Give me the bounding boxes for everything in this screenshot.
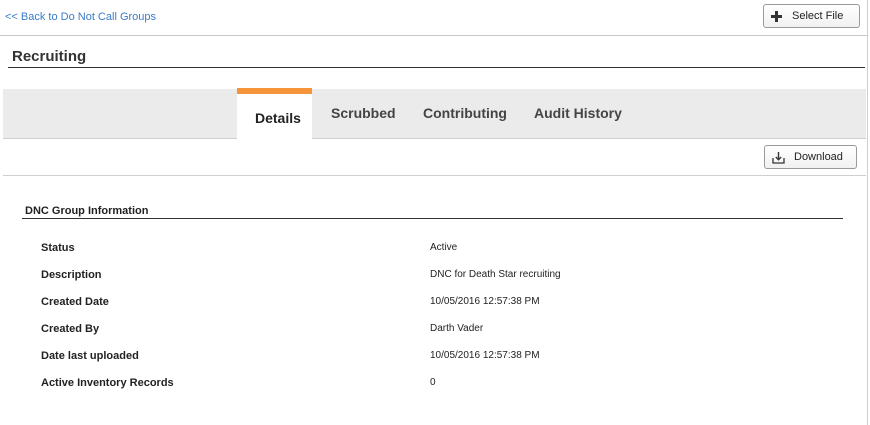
download-button[interactable]: Download: [764, 145, 857, 169]
tab-scrubbed-label: Scrubbed: [331, 105, 396, 121]
info-value: DNC for Death Star recruiting: [430, 269, 561, 280]
info-row-active-inventory-records: Active Inventory Records 0: [41, 377, 741, 391]
top-bar: << Back to Do Not Call Groups Select Fil…: [0, 0, 868, 36]
download-label: Download: [794, 151, 843, 163]
tab-audit-history-label: Audit History: [534, 105, 622, 121]
tab-bar: Details Scrubbed Contributing Audit Hist…: [3, 88, 866, 139]
tab-scrubbed[interactable]: Scrubbed: [321, 89, 401, 138]
tab-contributing-label: Contributing: [423, 105, 507, 121]
info-value: 10/05/2016 12:57:38 PM: [430, 296, 540, 307]
info-label: Status: [41, 242, 75, 254]
info-label: Created Date: [41, 296, 109, 308]
info-value: Active: [430, 242, 458, 253]
select-file-button[interactable]: Select File: [763, 4, 860, 28]
info-label: Description: [41, 269, 102, 281]
info-row-created-by: Created By Darth Vader: [41, 323, 741, 337]
select-file-label: Select File: [792, 10, 844, 22]
info-label: Active Inventory Records: [41, 377, 174, 389]
back-to-dnc-groups-link[interactable]: << Back to Do Not Call Groups: [5, 11, 156, 23]
section-divider: [22, 218, 843, 219]
section-title: DNC Group Information: [25, 205, 149, 217]
plus-icon: [771, 10, 782, 22]
page-title: Recruiting: [12, 48, 87, 65]
info-row-status: Status Active: [41, 242, 741, 256]
tab-details-label: Details: [255, 110, 301, 126]
tab-contributing[interactable]: Contributing: [413, 89, 523, 138]
toolbar-divider: [3, 175, 866, 176]
info-row-description: Description DNC for Death Star recruitin…: [41, 269, 741, 283]
info-value: Darth Vader: [430, 323, 484, 334]
info-row-created-date: Created Date 10/05/2016 12:57:38 PM: [41, 296, 741, 310]
info-value: 0: [430, 377, 436, 388]
dnc-group-page: << Back to Do Not Call Groups Select Fil…: [0, 0, 868, 425]
title-divider: [8, 67, 865, 68]
info-label: Created By: [41, 323, 100, 335]
info-row-date-last-uploaded: Date last uploaded 10/05/2016 12:57:38 P…: [41, 350, 741, 364]
tab-details[interactable]: Details: [237, 88, 312, 139]
tab-audit-history[interactable]: Audit History: [524, 89, 634, 138]
download-icon: [772, 151, 785, 164]
info-value: 10/05/2016 12:57:38 PM: [430, 350, 540, 361]
info-label: Date last uploaded: [41, 350, 139, 362]
